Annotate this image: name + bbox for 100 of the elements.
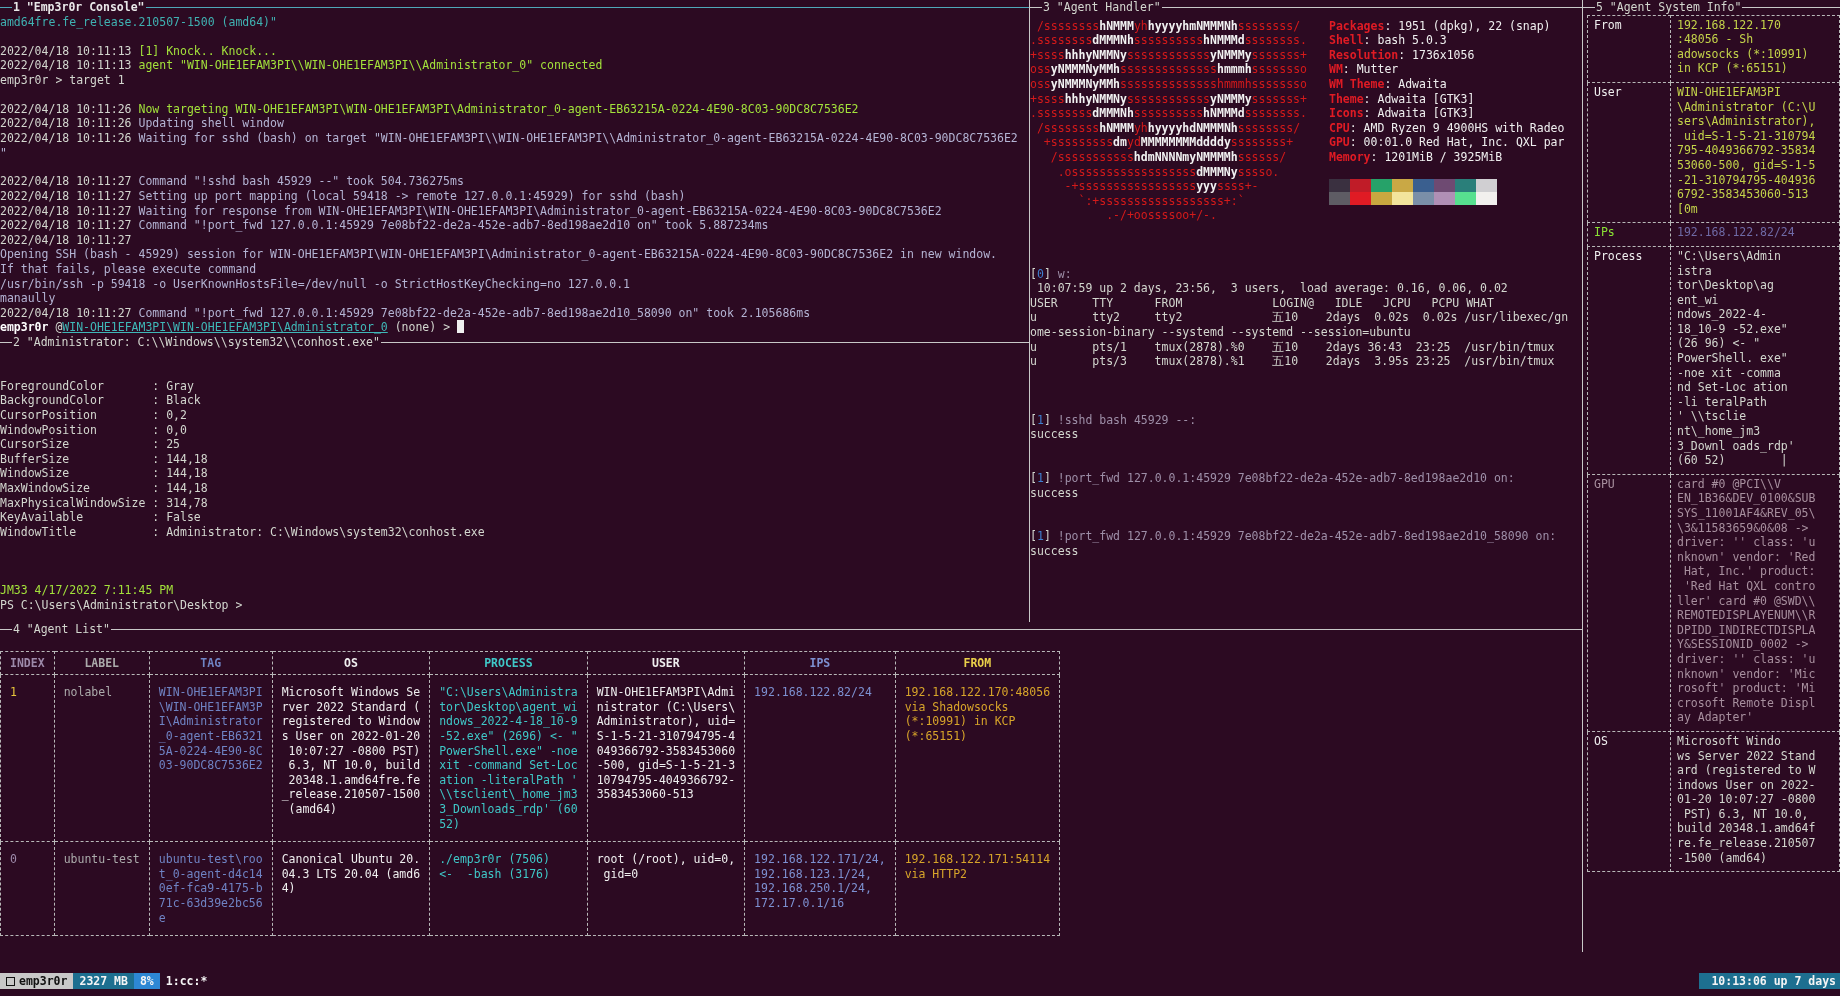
table-cell: ./emp3r0r (7506) <- -bash (3176) <box>429 841 588 936</box>
info-value: : Adwaita <box>1384 76 1447 91</box>
info-value: : 1736x1056 <box>1398 47 1475 62</box>
console-text: [ <box>1030 529 1037 544</box>
logo-art-text: hNMMMd <box>1203 33 1245 48</box>
logo-art-text: sssssssssssssshmmmhssssssso <box>1120 76 1307 91</box>
logo-art-text: yyy <box>1196 179 1217 194</box>
logo-art-text: ssssssssss <box>1133 33 1204 48</box>
logo-art-text: oss <box>1030 76 1051 91</box>
console-text: [ <box>1030 266 1037 281</box>
info-value: : Adwaita [GTK3] <box>1363 91 1475 106</box>
output-line: u pts/3 tmux(2878).%1 五10 2days 3.95s 23:25 /usr/bin/tmux <box>1030 354 1556 369</box>
console-line: 2022/04/18 10:11:27 <box>0 232 133 248</box>
info-key: GPU <box>1587 474 1671 732</box>
pane-title: 1 "Emp3r0r Console" <box>12 0 146 15</box>
info-value: Microsoft Windo ws Server 2022 Stand ard (registered to W indows User on 2022- 01-20 10:07:27 -0800 PST) 6.3, NT 10.0, build 20348.1.amd64f re.fe_release.210507 -1500 (amd64) <box>1670 731 1840 872</box>
info-value: : 1951 (dpkg), 22 (snap) <box>1384 18 1551 33</box>
console-text: (none) > <box>393 320 452 335</box>
console-text: !port_fwd 127.0.0.1:45929 7e08bf22-de2a-452e-adb7-8ed198ae2d10_58090 on: <box>1057 529 1557 544</box>
pane-title: 3 "Agent Handler" <box>1042 0 1162 15</box>
table-cell: 192.168.122.171:54114 via HTTP2 <box>895 841 1060 936</box>
logo-art-text: yh <box>1133 120 1148 135</box>
console-line: Opening SSH (bash - 45929) session for WIN-OHE1EFAM3PI\WIN-OHE1EFAM3PI\Administrator_0-agent-EB63215A-0224-4E90-8C03-90DC8C7536E2 in new window. <box>0 247 998 263</box>
logo-art-text: +sssssssss <box>1042 135 1114 150</box>
table-cell: ubuntu-test\roo t_0-agent-d4c14 0ef-fca9-4175-b 71c-63d39e2bc56 e <box>149 841 273 936</box>
output-line: 10:07:59 up 2 days, 23:56, 3 users, load average: 0.16, 0.06, 0.02 <box>1035 281 1509 296</box>
info-key: Resolution <box>1329 47 1399 62</box>
console-text: 2022/04/18 10:11:26 <box>0 116 133 131</box>
logo-art-text: hhhyNMMNy <box>1064 91 1127 106</box>
output-line: success <box>1030 427 1080 442</box>
logo-art-text: oss <box>1030 62 1051 77</box>
column-header: FROM <box>895 651 1060 675</box>
logo-art-text: hNMMMd <box>1203 106 1245 121</box>
shell-line: MaxWindowSize : 144,18 <box>0 480 209 496</box>
logo-art-text: hNMMM <box>1099 18 1134 33</box>
info-key: IPs <box>1587 222 1671 247</box>
console-text: Command "!port_fwd 127.0.0.1:45929 7e08bf22-de2a-452e-adb7-8ed198ae2d10_58090 on" took 2.105686ms <box>138 305 811 320</box>
logo-art-text: dMMMNh <box>1092 106 1134 121</box>
logo-art-text: yNMMMy <box>1210 47 1252 62</box>
logo-art-text: yh <box>1133 18 1148 33</box>
info-value: : AMD Ryzen 9 4900HS with Radeo <box>1349 120 1565 135</box>
agent-link[interactable]: WIN-OHE1EFAM3PI\WIN-OHE1EFAM3PI\Administrator_0 <box>62 320 388 335</box>
logo-art-text: ssssssss. <box>1244 33 1307 48</box>
logo-art-text: yNMMMy <box>1210 91 1252 106</box>
console-text: Command "!sshd bash 45929 --" took 504.736275ms <box>138 174 464 189</box>
window-tab[interactable]: 1:cc:* <box>159 973 214 989</box>
info-key: Icons <box>1329 106 1364 121</box>
output-line: success <box>1030 485 1080 501</box>
logo-art-text: .ossssssssssssssssss <box>1056 164 1197 179</box>
logo-art-text: hyyyyhdNMMMNh <box>1147 120 1238 135</box>
info-key: WM Theme <box>1329 76 1385 91</box>
logo-art-text: ssssssss/ <box>1237 18 1301 33</box>
console-line: " <box>0 145 8 161</box>
shell-line: ForegroundColor : Gray <box>0 378 195 394</box>
info-key: Theme <box>1329 91 1364 106</box>
logo-art-text: hNMMM <box>1099 120 1134 135</box>
console-text: w: <box>1057 266 1072 281</box>
shell-line: PS C:\Users\Administrator\Desktop > <box>0 597 244 613</box>
console-text: [ <box>1030 471 1037 485</box>
table-cell: ubuntu-test <box>54 841 150 936</box>
console-text: 2022/04/18 10:11:27 <box>0 305 133 320</box>
shell-line: MaxPhysicalWindowSize : 314,78 <box>0 495 209 511</box>
console-text: Waiting for response from WIN-OHE1EFAM3PI\WIN-OHE1EFAM3PI\Administrator_0-agent-EB63215A-0224-4E90-8C03-90DC8C7536E2 <box>138 203 942 218</box>
info-value: : bash 5.0.3 <box>1363 33 1447 48</box>
logo-art-text: yNMMMNyMMh <box>1050 76 1121 91</box>
console-text: Waiting for sshd (bash) on target "WIN-OHE1EFAM3PI\\WIN-OHE1EFAM3PI\\Administrator_0-agent-EB63215A-0224-4E90-8C03-90DC8C7536E2 <box>138 130 1018 145</box>
console-text: 2022/04/18 10:11:13 <box>0 58 133 73</box>
uptime-clock: 10:13:06 up 7 days <box>1699 973 1840 989</box>
console-line: If that fails, please execute command <box>0 262 258 277</box>
logo-art-text: ssssssss/ <box>1237 120 1301 135</box>
console-text: Updating shell window <box>138 116 284 131</box>
session-icon <box>6 976 15 986</box>
console-text: 0 <box>1036 266 1044 281</box>
info-key: OS <box>1587 731 1671 872</box>
logo-art-text: ssssssss+ <box>1230 135 1294 150</box>
console-text: [1] Knock.. Knock... <box>138 43 277 58</box>
console-text: 2022/04/18 10:11:27 <box>0 218 133 233</box>
logo-art-text: hhhyNMMNy <box>1064 47 1127 62</box>
logo-art-text: ssssssso <box>1251 62 1307 77</box>
table-cell: Canonical Ubuntu 20. 04.3 LTS 20.04 (amd6 4) <box>272 841 430 936</box>
session-label: emp3r0r <box>0 973 74 989</box>
info-value: card #0 @PCI\\V EN_1B36&DEV_0100&SUB SYS_11001AF4&REV_05\ \3&11583659&0&08 -> driver: '' class: 'u nknown' vendor: 'Red Hat, Inc.' product: 'Red Hat QXL contro ller' card #0 @SWD\\ REMOTEDISPLAYENUM\\R DPIDD_INDIRECTDISPLA Y&SESSIONID_0002 -> driver: '' class: 'u nknown' vendor: 'Mic rosoft' product: 'Mi crosoft Remote Displ ay Adapter' <box>1670 474 1840 732</box>
console-line: /usr/bin/ssh -p 59418 -o UserKnownHostsFile=/dev/null -o StrictHostKeyChecking=no 127.0.0.1 <box>0 276 632 292</box>
logo-art-text: dm <box>1113 135 1127 150</box>
column-header: USER <box>587 651 745 675</box>
shell-line: BackgroundColor : Black <box>0 393 202 408</box>
logo-art-text: sssssss+ <box>1251 91 1307 106</box>
table-cell: nolabel <box>54 674 150 842</box>
info-value: : 00:01.0 Red Hat, Inc. QXL par <box>1349 135 1565 150</box>
info-value: 192.168.122.170 :48056 - Sh adowsocks (*:10991) in KCP (*:65151) <box>1670 15 1840 83</box>
column-header: INDEX <box>0 651 55 675</box>
table-cell: Microsoft Windows Se rver 2022 Standard ( registered to Window s User on 2022-01-20 10:07:27 -0800 PST) 6.3, NT 10.0, build 20348.1.amd64fre.fe _release.210507-1500 (amd64) <box>272 674 430 842</box>
console-text: 2022/04/18 10:11:13 <box>0 43 133 58</box>
console-text: 2022/04/18 10:11:26 <box>0 101 133 116</box>
logo-art-text: /ssssssss <box>1035 120 1100 135</box>
table-cell: root (/root), uid=0, gid=0 <box>587 841 745 936</box>
column-header: IPS <box>744 651 896 675</box>
logo-art-text: ssssssssssss <box>1126 91 1211 106</box>
table-cell: 1 <box>0 674 55 842</box>
console-text: ] <box>1043 266 1052 281</box>
